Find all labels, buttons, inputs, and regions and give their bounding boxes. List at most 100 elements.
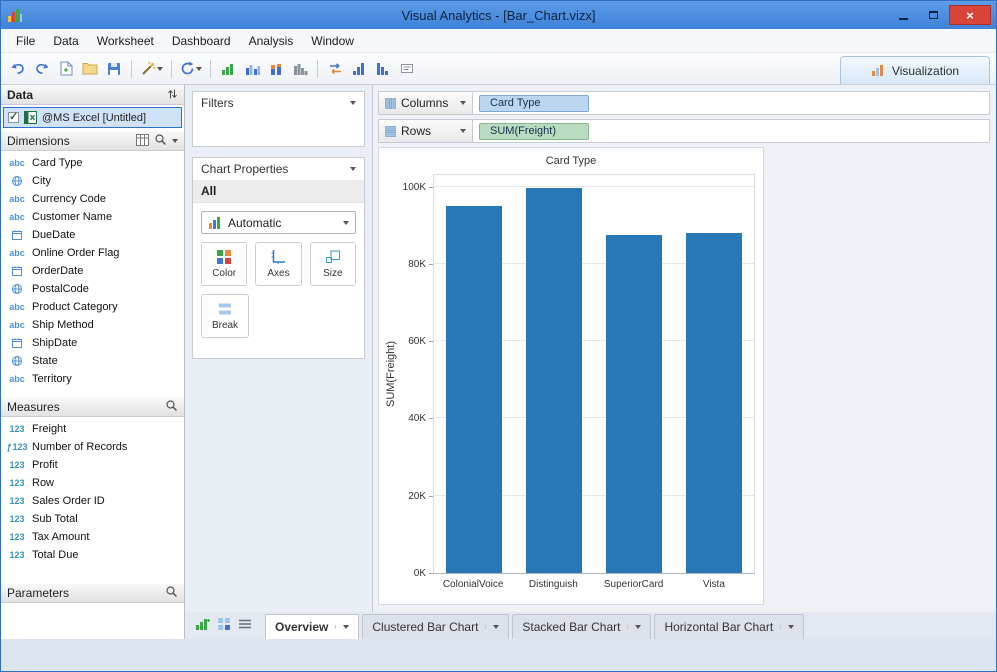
dimension-item[interactable]: ShipDate	[1, 334, 184, 352]
dimension-item[interactable]: abcProduct Category	[1, 298, 184, 316]
dimension-item[interactable]: abcOnline Order Flag	[1, 244, 184, 262]
maximize-button[interactable]	[919, 5, 948, 25]
abc-icon: abc	[5, 374, 29, 384]
parameters-list	[1, 603, 184, 639]
tab-caret-icon[interactable]	[780, 625, 794, 629]
titlebar: Visual Analytics - [Bar_Chart.vizx] ×	[1, 1, 996, 29]
insert-stacked-chart-button[interactable]	[265, 57, 287, 81]
open-button[interactable]	[79, 57, 101, 81]
bar-distinguish[interactable]	[526, 188, 582, 573]
measure-item[interactable]: 123Sales Order ID	[1, 492, 184, 510]
dimension-item[interactable]: City	[1, 172, 184, 190]
parameters-section-header: Parameters	[1, 583, 184, 603]
sort-descending-button[interactable]	[372, 57, 394, 81]
tab-clustered-bar-chart[interactable]: Clustered Bar Chart	[362, 614, 509, 639]
color-button[interactable]: Color	[201, 242, 247, 286]
color-label: Color	[212, 268, 236, 279]
insert-histogram-button[interactable]	[289, 57, 311, 81]
columns-shelf-button[interactable]: Columns	[379, 92, 473, 114]
save-button[interactable]	[103, 57, 125, 81]
undo-button[interactable]	[7, 57, 29, 81]
dimension-item[interactable]: PostalCode	[1, 280, 184, 298]
swap-axes-button[interactable]	[324, 57, 346, 81]
menu-file[interactable]: File	[7, 31, 44, 51]
number-icon: 123	[5, 550, 29, 560]
gridline	[434, 186, 754, 187]
bar-colonialvoice[interactable]	[446, 206, 502, 573]
dimension-item[interactable]: abcShip Method	[1, 316, 184, 334]
minimize-button[interactable]	[889, 5, 918, 25]
save-icon	[107, 62, 121, 76]
tab-stacked-bar-chart[interactable]: Stacked Bar Chart	[512, 614, 651, 639]
mark-type-dropdown[interactable]: Automatic	[201, 211, 356, 234]
tab-label: Clustered Bar Chart	[372, 620, 478, 634]
dimension-item[interactable]: abcTerritory	[1, 370, 184, 388]
axes-label: Axes	[267, 268, 289, 279]
dimension-item[interactable]: OrderDate	[1, 262, 184, 280]
measure-item[interactable]: 123Tax Amount	[1, 528, 184, 546]
rows-shelf-button[interactable]: Rows	[379, 120, 473, 142]
redo-button[interactable]	[31, 57, 53, 81]
measure-label: Freight	[32, 423, 66, 435]
swap-datasource-button[interactable]	[167, 88, 178, 103]
chart-body: SUM(Freight) 100K80K60K40K20K0K	[379, 174, 763, 574]
datasource-item[interactable]: @MS Excel [Untitled]	[3, 107, 182, 128]
measure-item[interactable]: 123Freight	[1, 420, 184, 438]
search-measures-button[interactable]	[165, 399, 178, 415]
rows-caret-icon	[460, 129, 466, 133]
date-icon	[5, 229, 29, 241]
view-data-button[interactable]	[136, 134, 149, 149]
sheet-list-button[interactable]	[238, 618, 252, 633]
measure-item[interactable]: ƒ123Number of Records	[1, 438, 184, 456]
dimensions-menu-caret-icon[interactable]	[172, 139, 178, 143]
menu-data[interactable]: Data	[44, 31, 87, 51]
dimension-item[interactable]: abcCurrency Code	[1, 190, 184, 208]
search-parameters-button[interactable]	[165, 585, 178, 601]
columns-pill-card-type[interactable]: Card Type	[479, 95, 589, 112]
dimension-item[interactable]: abcCustomer Name	[1, 208, 184, 226]
menu-dashboard[interactable]: Dashboard	[163, 31, 240, 51]
dimension-item[interactable]: DueDate	[1, 226, 184, 244]
tab-horizontal-bar-chart[interactable]: Horizontal Bar Chart	[654, 614, 804, 639]
menu-analysis[interactable]: Analysis	[240, 31, 303, 51]
measure-item[interactable]: 123Total Due	[1, 546, 184, 564]
refresh-button[interactable]	[178, 57, 204, 81]
filters-header[interactable]: Filters	[193, 92, 364, 114]
axes-button[interactable]: Axes	[255, 242, 301, 286]
measure-item[interactable]: 123Row	[1, 474, 184, 492]
size-button[interactable]: Size	[310, 242, 356, 286]
sort-ascending-button[interactable]	[348, 57, 370, 81]
insert-chart-button[interactable]	[217, 57, 239, 81]
dimension-item[interactable]: State	[1, 352, 184, 370]
chart-properties-header[interactable]: Chart Properties	[193, 158, 364, 180]
tab-caret-icon[interactable]	[627, 625, 641, 629]
mark-type-caret-icon	[343, 221, 349, 225]
tab-caret-icon[interactable]	[485, 625, 499, 629]
menu-window[interactable]: Window	[302, 31, 363, 51]
search-dimensions-button[interactable]	[154, 133, 167, 149]
magic-wand-icon	[140, 61, 156, 77]
new-worksheet-button[interactable]	[195, 617, 210, 634]
y-tick-label: 60K	[408, 336, 426, 347]
workspace-row: Filters Chart Properties All Automatic	[185, 85, 996, 612]
app-window: Visual Analytics - [Bar_Chart.vizx] × Fi…	[0, 0, 997, 672]
visualization-tab[interactable]: Visualization	[840, 56, 990, 84]
measure-item[interactable]: 123Profit	[1, 456, 184, 474]
number-icon: 123	[5, 460, 29, 470]
insert-clustered-chart-button[interactable]	[241, 57, 263, 81]
datasource-checkbox[interactable]	[8, 112, 19, 123]
dimension-item[interactable]: abcCard Type	[1, 154, 184, 172]
break-button[interactable]: Break	[201, 294, 249, 338]
rows-pill-sum-freight[interactable]: SUM(Freight)	[479, 123, 589, 140]
tab-overview[interactable]: Overview	[265, 614, 359, 639]
bar-vista[interactable]	[686, 233, 742, 573]
tab-caret-icon[interactable]	[335, 625, 349, 629]
show-labels-button[interactable]	[396, 57, 418, 81]
measure-item[interactable]: 123Sub Total	[1, 510, 184, 528]
menu-worksheet[interactable]: Worksheet	[88, 31, 163, 51]
close-button[interactable]: ×	[949, 5, 991, 25]
bar-superiorcard[interactable]	[606, 235, 662, 573]
autoformat-button[interactable]	[138, 57, 165, 81]
new-workbook-button[interactable]	[55, 57, 77, 81]
new-dashboard-button[interactable]	[217, 617, 231, 634]
